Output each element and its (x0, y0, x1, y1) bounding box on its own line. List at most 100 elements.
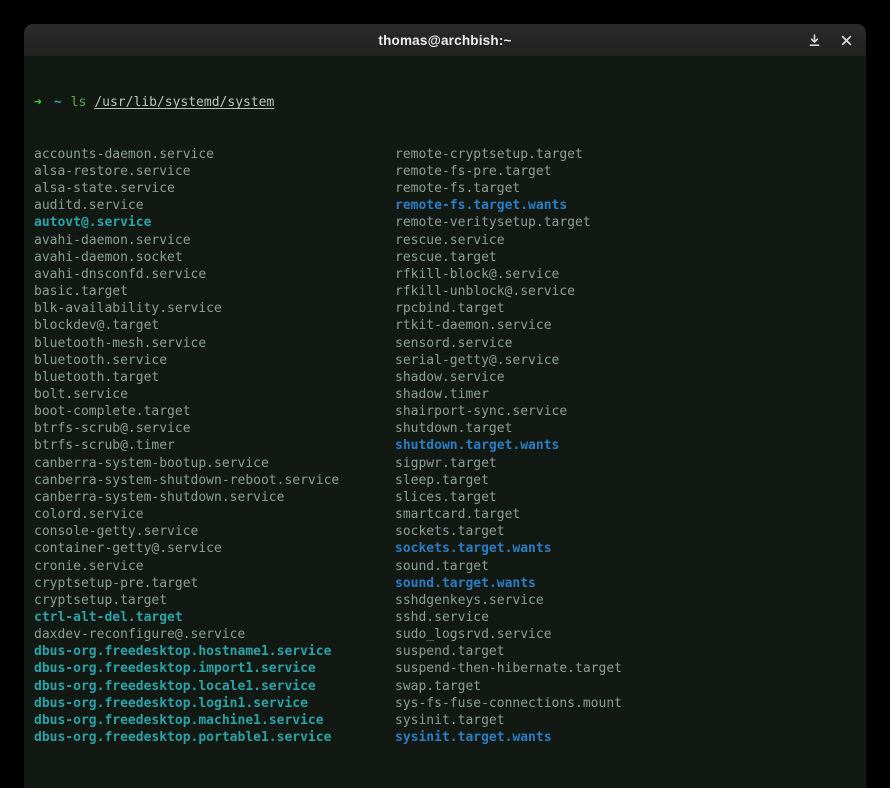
file-entry: cryptsetup.target (34, 592, 395, 609)
listing-row: cronie.servicesound.target (34, 558, 856, 575)
titlebar-buttons (806, 24, 854, 56)
directory-entry: sound.target.wants (395, 575, 856, 592)
terminal-window: thomas@archbish:~ (24, 24, 866, 788)
listing-row: bluetooth-mesh.servicesensord.service (34, 335, 856, 352)
file-entry: avahi-dnsconfd.service (34, 266, 395, 283)
prompt-arrow: ➜ (34, 95, 42, 110)
file-entry: rpcbind.target (395, 300, 856, 317)
listing-row: avahi-daemon.servicerescue.service (34, 232, 856, 249)
listing-row: container-getty@.servicesockets.target.w… (34, 540, 856, 557)
file-entry: auditd.service (34, 197, 395, 214)
file-entry: sudo_logsrvd.service (395, 626, 856, 643)
file-entry: remote-fs.target (395, 180, 856, 197)
file-entry: canberra-system-bootup.service (34, 455, 395, 472)
titlebar[interactable]: thomas@archbish:~ (24, 24, 866, 57)
file-entry: btrfs-scrub@.timer (34, 437, 395, 454)
file-entry: alsa-restore.service (34, 163, 395, 180)
file-entry: canberra-system-shutdown.service (34, 489, 395, 506)
listing-row: dbus-org.freedesktop.locale1.serviceswap… (34, 678, 856, 695)
listing-row: ctrl-alt-del.targetsshd.service (34, 609, 856, 626)
symlink-entry: dbus-org.freedesktop.portable1.service (34, 729, 395, 746)
listing-row: dbus-org.freedesktop.import1.servicesusp… (34, 660, 856, 677)
file-entry: basic.target (34, 283, 395, 300)
file-entry: shutdown.target (395, 420, 856, 437)
prompt-command: ls (71, 95, 87, 110)
file-entry: sys-fs-fuse-connections.mount (395, 695, 856, 712)
file-entry: rescue.target (395, 249, 856, 266)
file-entry: smartcard.target (395, 506, 856, 523)
file-entry: avahi-daemon.service (34, 232, 395, 249)
file-entry: bluetooth.service (34, 352, 395, 369)
symlink-entry: dbus-org.freedesktop.hostname1.service (34, 643, 395, 660)
prompt-argument: /usr/lib/systemd/system (94, 95, 274, 110)
listing-row: canberra-system-shutdown-reboot.services… (34, 472, 856, 489)
file-entry: daxdev-reconfigure@.service (34, 626, 395, 643)
file-entry: sleep.target (395, 472, 856, 489)
file-entry: sigpwr.target (395, 455, 856, 472)
file-entry: rfkill-block@.service (395, 266, 856, 283)
file-entry: colord.service (34, 506, 395, 523)
listing-row: console-getty.servicesockets.target (34, 523, 856, 540)
file-entry: avahi-daemon.socket (34, 249, 395, 266)
file-entry: console-getty.service (34, 523, 395, 540)
listing-row: autovt@.serviceremote-veritysetup.target (34, 214, 856, 231)
symlink-entry: dbus-org.freedesktop.locale1.service (34, 678, 395, 695)
listing-row: cryptsetup-pre.targetsound.target.wants (34, 575, 856, 592)
listing-row: auditd.serviceremote-fs.target.wants (34, 197, 856, 214)
file-entry: alsa-state.service (34, 180, 395, 197)
directory-entry: sysinit.target.wants (395, 729, 856, 746)
prompt-cwd: ~ (54, 95, 62, 110)
file-entry: shadow.service (395, 369, 856, 386)
file-entry: cryptsetup-pre.target (34, 575, 395, 592)
file-entry: bolt.service (34, 386, 395, 403)
download-button[interactable] (806, 32, 823, 49)
symlink-entry: ctrl-alt-del.target (34, 609, 395, 626)
file-entry: sockets.target (395, 523, 856, 540)
listing-row: accounts-daemon.serviceremote-cryptsetup… (34, 146, 856, 163)
listing-row: bolt.serviceshadow.timer (34, 386, 856, 403)
terminal-output[interactable]: ➜ ~ ls/usr/lib/systemd/system accounts-dae… (24, 57, 866, 788)
listing-row: canberra-system-bootup.servicesigpwr.tar… (34, 455, 856, 472)
file-entry: remote-cryptsetup.target (395, 146, 856, 163)
listing-row: basic.targetrfkill-unblock@.service (34, 283, 856, 300)
close-button[interactable] (839, 33, 854, 48)
close-icon (841, 35, 852, 46)
prompt-line: ➜ ~ ls/usr/lib/systemd/system (34, 94, 856, 111)
file-entry: shairport-sync.service (395, 403, 856, 420)
listing-row: cryptsetup.targetsshdgenkeys.service (34, 592, 856, 609)
listing-row: boot-complete.targetshairport-sync.servi… (34, 403, 856, 420)
file-entry: suspend-then-hibernate.target (395, 660, 856, 677)
directory-entry: sockets.target.wants (395, 540, 856, 557)
file-entry: swap.target (395, 678, 856, 695)
file-entry: slices.target (395, 489, 856, 506)
file-entry: sound.target (395, 558, 856, 575)
file-entry: boot-complete.target (34, 403, 395, 420)
listing-row: btrfs-scrub@.serviceshutdown.target (34, 420, 856, 437)
file-entry: canberra-system-shutdown-reboot.service (34, 472, 395, 489)
listing-row: dbus-org.freedesktop.portable1.servicesy… (34, 729, 856, 746)
window-title: thomas@archbish:~ (378, 33, 511, 48)
symlink-entry: dbus-org.freedesktop.import1.service (34, 660, 395, 677)
directory-entry: remote-fs.target.wants (395, 197, 856, 214)
file-entry: shadow.timer (395, 386, 856, 403)
file-entry: remote-veritysetup.target (395, 214, 856, 231)
listing-row: dbus-org.freedesktop.machine1.servicesys… (34, 712, 856, 729)
listing-row: daxdev-reconfigure@.servicesudo_logsrvd.… (34, 626, 856, 643)
file-listing: accounts-daemon.serviceremote-cryptsetup… (34, 146, 856, 746)
file-entry: rescue.service (395, 232, 856, 249)
listing-row: dbus-org.freedesktop.hostname1.servicesu… (34, 643, 856, 660)
listing-row: avahi-daemon.socketrescue.target (34, 249, 856, 266)
file-entry: blk-availability.service (34, 300, 395, 317)
file-entry: serial-getty@.service (395, 352, 856, 369)
symlink-entry: autovt@.service (34, 214, 395, 231)
file-entry: sensord.service (395, 335, 856, 352)
listing-row: alsa-state.serviceremote-fs.target (34, 180, 856, 197)
listing-row: alsa-restore.serviceremote-fs-pre.target (34, 163, 856, 180)
file-entry: suspend.target (395, 643, 856, 660)
listing-row: bluetooth.serviceserial-getty@.service (34, 352, 856, 369)
symlink-entry: dbus-org.freedesktop.login1.service (34, 695, 395, 712)
listing-row: blk-availability.servicerpcbind.target (34, 300, 856, 317)
file-entry: btrfs-scrub@.service (34, 420, 395, 437)
directory-entry: shutdown.target.wants (395, 437, 856, 454)
listing-row: canberra-system-shutdown.serviceslices.t… (34, 489, 856, 506)
